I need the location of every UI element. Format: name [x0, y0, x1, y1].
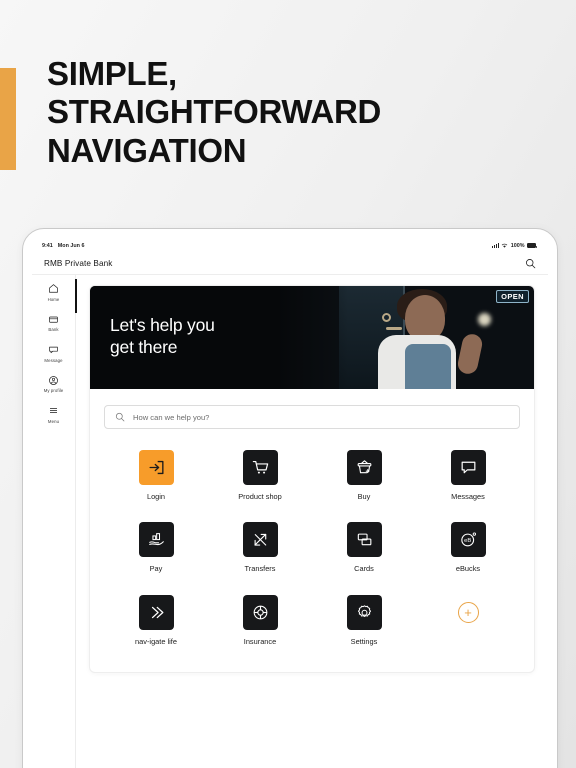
sidebar-item-label: My profile — [43, 388, 64, 393]
login-arrow-icon — [138, 450, 174, 485]
hero-banner[interactable]: OPEN Let's help you get there — [90, 286, 534, 389]
tablet-screen: 9:41 Mon Jun 6 100% RMB Private Bank Hom… — [32, 238, 548, 768]
person-head-shape — [405, 295, 446, 342]
status-time: 9:41 — [42, 242, 53, 249]
headline-line-1: SIMPLE, — [47, 55, 177, 92]
headline-line-2: STRAIGHTFORWARD — [47, 93, 382, 131]
sidebar-nav: Home Bank Message My profile Menu — [32, 275, 77, 768]
tile-pay[interactable]: Pay — [104, 522, 208, 573]
search-section — [90, 389, 534, 429]
tile-label: Settings — [350, 636, 378, 646]
basket-arrow-icon — [346, 450, 382, 485]
open-sign-badge: OPEN — [496, 290, 529, 303]
search-input[interactable] — [133, 412, 509, 422]
hero-heading-line-2: get there — [110, 337, 178, 358]
app-title: RMB Private Bank — [44, 259, 113, 268]
tile-messages[interactable]: Messages — [416, 450, 520, 501]
sidebar-item-my-profile[interactable]: My profile — [32, 375, 75, 393]
tile-label: Pay — [149, 564, 163, 574]
bank-card-icon — [49, 316, 58, 323]
tile-label: Buy — [357, 492, 371, 501]
life-ring-icon — [242, 594, 278, 630]
battery-icon — [527, 243, 537, 248]
search-bar[interactable] — [104, 405, 520, 429]
tile-add-shortcut[interactable]: + — [416, 595, 520, 646]
status-date: Mon Jun 6 — [57, 242, 85, 249]
hamburger-menu-icon — [50, 408, 57, 413]
tile-transfers[interactable]: Transfers — [208, 522, 312, 573]
tile-login[interactable]: Login — [104, 450, 208, 501]
transfer-arrows-icon — [242, 522, 278, 558]
tile-label: Login — [146, 492, 166, 501]
sidebar-item-message[interactable]: Message — [32, 344, 75, 363]
gear-icon — [346, 594, 382, 630]
light-glow-shape — [478, 312, 492, 326]
tile-insurance[interactable]: Insurance — [208, 594, 312, 646]
sidebar-item-label: Home — [47, 296, 60, 302]
search-icon[interactable] — [525, 258, 536, 269]
hand-money-icon — [138, 522, 174, 558]
tile-label: eBucks — [455, 564, 481, 574]
tile-product-shop[interactable]: Product shop — [208, 450, 312, 501]
sidebar-item-label: Message — [44, 357, 63, 363]
tile-buy[interactable]: Buy — [312, 450, 416, 501]
message-icon — [49, 346, 58, 354]
person-arm-shape — [455, 332, 484, 377]
tile-ebucks[interactable]: eB eBucks — [416, 522, 520, 573]
plus-circle-icon: + — [457, 601, 479, 623]
status-bar: 9:41 Mon Jun 6 100% — [32, 238, 548, 253]
main-content: OPEN Let's help you get there How can we… — [76, 275, 548, 768]
sidebar-item-label: Bank — [48, 327, 59, 332]
double-chevron-icon — [138, 594, 174, 630]
tile-label: Product shop — [238, 492, 282, 501]
sidebar-active-indicator — [75, 279, 77, 313]
sidebar-item-label: Menu — [47, 418, 60, 424]
hero-heading-line-1: Let's help you — [110, 315, 215, 335]
page-title: SIMPLE, STRAIGHTFORWARD NAVIGATION — [47, 55, 487, 170]
search-icon — [115, 412, 125, 422]
tile-label: nav-igate life — [135, 636, 177, 646]
signal-bars-icon — [492, 243, 499, 248]
tile-label: Cards — [354, 564, 374, 574]
ebucks-circle-icon: eB — [450, 522, 486, 558]
door-lock-shape — [381, 312, 391, 322]
chat-bubble-icon — [450, 450, 486, 485]
user-circle-icon — [49, 375, 58, 385]
app-header: RMB Private Bank — [32, 253, 548, 275]
home-icon — [49, 284, 58, 293]
tile-settings[interactable]: Settings — [312, 594, 416, 646]
hero-heading: Let's help you get there — [110, 314, 215, 359]
sidebar-item-menu[interactable]: Menu — [32, 405, 75, 424]
accent-bar — [0, 68, 16, 170]
person-apron-shape — [405, 343, 452, 389]
svg-text:eB: eB — [464, 538, 471, 544]
headline-line-3: NAVIGATION — [47, 131, 247, 169]
tile-label: Insurance — [243, 636, 277, 646]
tablet-device-frame: 9:41 Mon Jun 6 100% RMB Private Bank Hom… — [22, 228, 558, 768]
cards-stack-icon — [346, 522, 382, 558]
tile-label: Messages — [451, 492, 485, 501]
wifi-icon — [501, 243, 508, 248]
quick-actions-grid: Login Product shop Buy Messages Pay Tran… — [90, 429, 534, 646]
dashboard-card: OPEN Let's help you get there How can we… — [89, 285, 535, 673]
sidebar-item-bank[interactable]: Bank — [32, 314, 75, 332]
tile-label: Transfers — [244, 564, 276, 574]
sidebar-item-home[interactable]: Home — [32, 283, 75, 302]
tile-navigate-life[interactable]: nav-igate life — [104, 594, 208, 646]
battery-percent-label: 100% — [510, 242, 525, 249]
shopping-cart-icon — [242, 450, 278, 485]
tile-cards[interactable]: Cards — [312, 522, 416, 573]
door-handle-shape — [385, 327, 402, 331]
